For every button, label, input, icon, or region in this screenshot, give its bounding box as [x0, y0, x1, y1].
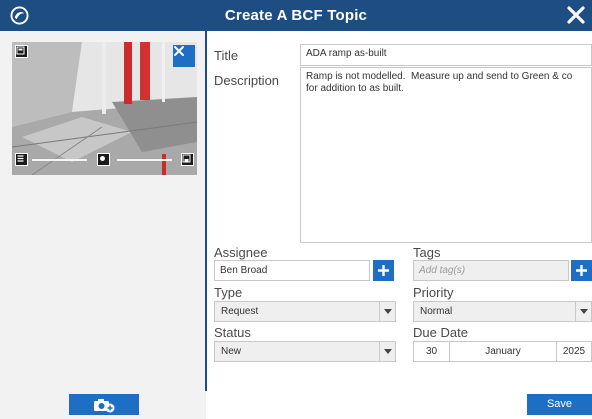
save-button[interactable]: Save [527, 394, 592, 415]
panel-divider [205, 31, 207, 391]
close-button[interactable] [564, 3, 588, 27]
status-label: Status [214, 325, 251, 340]
due-date-label: Due Date [413, 325, 468, 340]
save-view-icon[interactable] [181, 153, 194, 166]
list-icon[interactable] [15, 153, 28, 166]
type-select[interactable]: Request [214, 301, 396, 322]
chevron-down-icon [575, 302, 591, 321]
close-icon [174, 46, 184, 56]
title-label: Title [214, 48, 239, 63]
priority-select[interactable]: Normal [413, 301, 592, 322]
snapshot-panel [0, 31, 206, 419]
priority-label: Priority [413, 285, 454, 300]
snapshot-close-button[interactable] [173, 45, 195, 67]
type-label: Type [214, 285, 243, 300]
priority-value: Normal [420, 306, 453, 317]
add-assignee-button[interactable] [373, 260, 394, 281]
window-title: Create A BCF Topic [224, 7, 368, 24]
assignee-field[interactable]: Ben Broad [214, 260, 370, 281]
status-select[interactable]: New [214, 341, 396, 362]
tags-label: Tags [413, 245, 441, 260]
slider-track-left[interactable] [32, 159, 87, 161]
chevron-down-icon [379, 342, 395, 361]
slider-handle-icon[interactable] [97, 153, 110, 166]
description-field[interactable]: Ramp is not modelled. Measure up and sen… [300, 67, 592, 243]
title-field[interactable]: ADA ramp as-built [300, 44, 592, 66]
due-year-field[interactable]: 2025 [556, 341, 592, 362]
tags-input[interactable]: Add tag(s) [413, 260, 569, 281]
snapshot-icon[interactable] [15, 45, 28, 58]
snapshot-image[interactable] [12, 42, 197, 175]
title-bar: Create A BCF Topic [0, 0, 592, 31]
add-camera-icon [94, 398, 115, 412]
plus-icon [576, 265, 587, 276]
due-month-field[interactable]: January [449, 341, 557, 362]
close-icon [567, 6, 585, 24]
status-value: New [221, 346, 242, 357]
add-tag-button[interactable] [571, 260, 592, 281]
type-value: Request [221, 306, 259, 317]
assignee-label: Assignee [214, 245, 268, 260]
chevron-down-icon [379, 302, 395, 321]
due-day-field[interactable]: 30 [413, 341, 450, 362]
plus-icon [378, 265, 389, 276]
slider-track-right[interactable] [117, 159, 172, 161]
description-label: Description [214, 73, 280, 88]
add-snapshot-button[interactable] [69, 394, 139, 415]
